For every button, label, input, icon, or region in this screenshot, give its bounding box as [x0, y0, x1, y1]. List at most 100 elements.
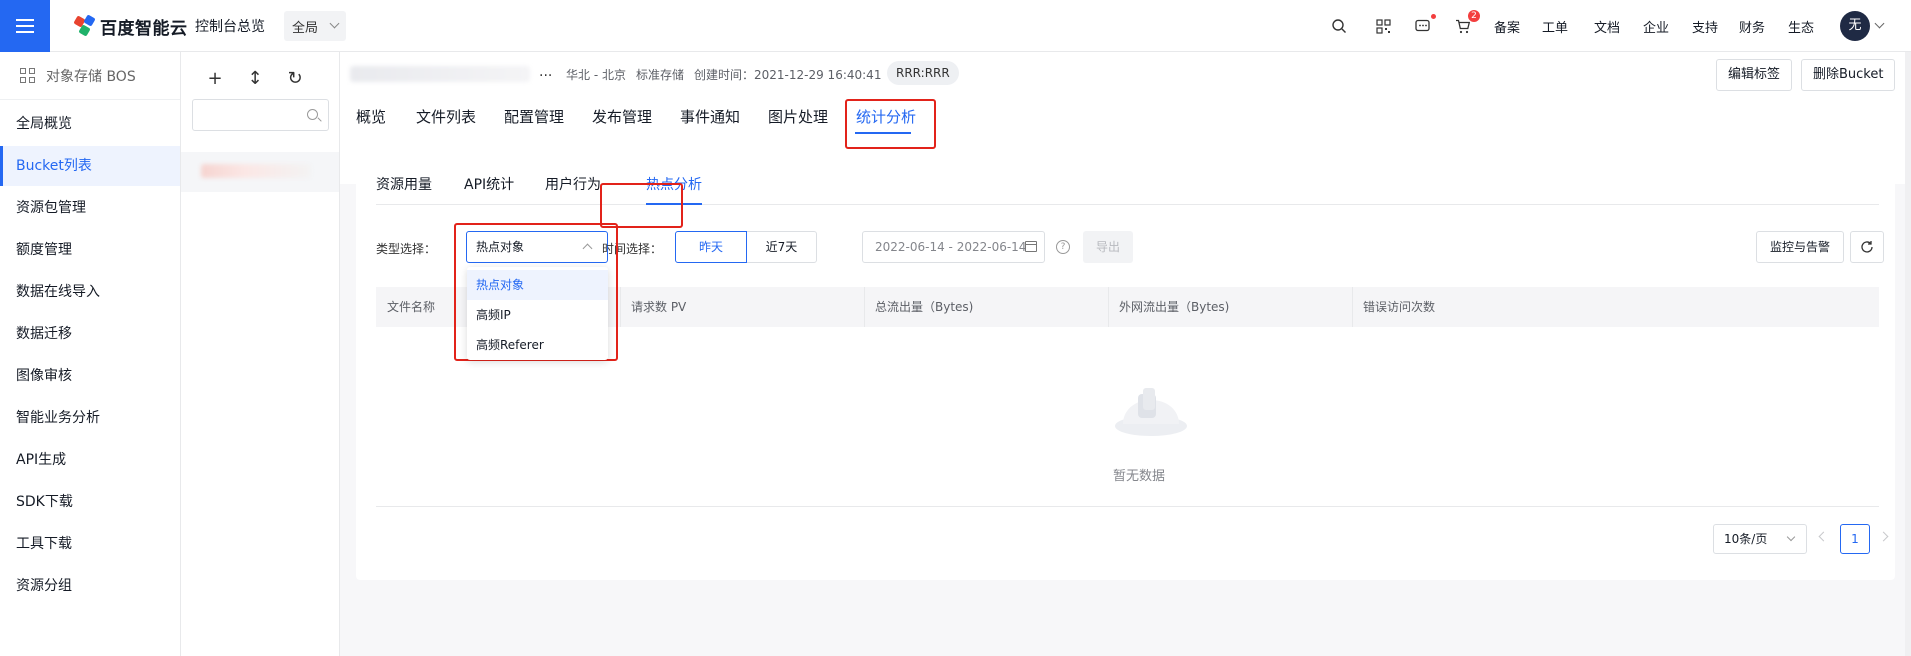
top-link-ecosystem[interactable]: 生态 — [1788, 17, 1814, 36]
time-yesterday-button[interactable]: 昨天 — [675, 231, 747, 263]
main-area: ... 华北 - 北京 标准存储 创建时间：2021-12-29 16:40:4… — [340, 52, 1911, 656]
region-select[interactable]: 全局 — [284, 11, 346, 41]
col-pv: 请求数 PV — [631, 300, 687, 314]
region-select-value: 全局 — [292, 21, 319, 36]
nav-header[interactable]: 对象存储 BOS — [0, 52, 180, 100]
type-select[interactable]: 热点对象 — [466, 231, 608, 263]
nav-item-bucket-list[interactable]: Bucket列表 — [0, 146, 180, 186]
tab-file-list[interactable]: 文件列表 — [416, 106, 476, 127]
col-filename: 文件名称 — [387, 300, 436, 314]
nav-item-sdk[interactable]: SDK下载 — [0, 482, 180, 522]
prev-page-icon[interactable] — [1818, 531, 1829, 542]
empty-state-text: 暂无数据 — [1113, 469, 1166, 484]
page-number-current[interactable]: 1 — [1840, 524, 1870, 554]
help-icon[interactable]: ? — [1056, 240, 1070, 254]
bucket-search-input[interactable] — [192, 99, 329, 131]
bucket-storage-class: 标准存储 — [636, 68, 685, 82]
message-icon[interactable] — [1411, 14, 1436, 38]
active-subtab-indicator — [646, 203, 702, 205]
redacted-bucket-name — [201, 164, 311, 178]
redacted-bucket-title — [350, 66, 530, 82]
qrcode-icon[interactable] — [1371, 14, 1395, 38]
refresh-icon[interactable] — [1850, 231, 1884, 263]
top-link-enterprise[interactable]: 企业 — [1643, 17, 1669, 36]
table-bottom-divider — [376, 506, 1879, 507]
date-range-picker[interactable]: 2022-06-14 - 2022-06-14 — [862, 231, 1045, 263]
top-link-finance[interactable]: 财务 — [1739, 17, 1765, 36]
subtab-api-stats[interactable]: API统计 — [464, 174, 514, 194]
add-bucket-icon[interactable]: + — [203, 68, 227, 92]
page-size-value: 10条/页 — [1724, 532, 1768, 546]
left-nav: 对象存储 BOS 全局概览 Bucket列表 资源包管理 额度管理 数据在线导入… — [0, 52, 181, 656]
col-total-out: 总流出量（Bytes) — [875, 300, 974, 314]
menu-icon[interactable] — [0, 0, 50, 52]
search-icon[interactable] — [1327, 14, 1351, 38]
nav-item-smart-analysis[interactable]: 智能业务分析 — [0, 398, 180, 438]
top-link-ticket[interactable]: 工单 — [1542, 17, 1568, 36]
bucket-panel: + ↕ ↻ — [181, 52, 340, 656]
message-dot — [1431, 14, 1436, 19]
top-bar: 百度智能云 控制台总览 全局 2 备案 工单 文档 企业 支持 财务 生态 无 — [0, 0, 1911, 52]
edit-tags-button[interactable]: 编辑标签 — [1716, 59, 1793, 91]
subtab-hotspot[interactable]: 热点分析 — [646, 174, 702, 194]
time-label: 时间选择： — [602, 242, 663, 256]
nav-item-resource-packs[interactable]: 资源包管理 — [0, 188, 180, 228]
nav-title: 对象存储 BOS — [46, 68, 136, 85]
top-link-docs[interactable]: 文档 — [1594, 17, 1620, 36]
empty-state-icon — [1115, 388, 1187, 436]
delete-bucket-button[interactable]: 删除Bucket — [1801, 59, 1896, 91]
bucket-created-time: 创建时间：2021-12-29 16:40:41 — [694, 68, 882, 82]
chevron-down-icon — [329, 18, 340, 29]
logo-mark-icon — [73, 14, 96, 37]
nav-item-api-gen[interactable]: API生成 — [0, 440, 180, 480]
date-range-value: 2022-06-14 - 2022-06-14 — [875, 240, 1027, 254]
bucket-tag: RRR:RRR — [887, 61, 959, 85]
nav-item-image-audit[interactable]: 图像审核 — [0, 356, 180, 396]
col-internet-out: 外网流出量（Bytes) — [1119, 300, 1230, 314]
scrollbar[interactable] — [1905, 52, 1911, 656]
type-option-frequent-referer[interactable]: 高频Referer — [467, 330, 608, 360]
subtab-user-behavior[interactable]: 用户行为 — [545, 174, 601, 194]
tab-overview[interactable]: 概览 — [356, 106, 386, 127]
subtab-resource-usage[interactable]: 资源用量 — [376, 174, 432, 194]
sort-icon[interactable]: ↕ — [243, 68, 267, 92]
type-dropdown-menu: 热点对象 高频IP 高频Referer — [467, 267, 608, 360]
cart-icon[interactable]: 2 — [1451, 10, 1480, 38]
type-option-frequent-ip[interactable]: 高频IP — [467, 300, 608, 330]
refresh-icon[interactable]: ↻ — [283, 68, 307, 92]
logo[interactable]: 百度智能云 — [73, 14, 188, 39]
console-home-link[interactable]: 控制台总览 — [195, 16, 265, 36]
tab-publish[interactable]: 发布管理 — [592, 106, 652, 127]
tab-config[interactable]: 配置管理 — [504, 106, 564, 127]
time-7days-button[interactable]: 近7天 — [746, 231, 817, 263]
nav-item-tools[interactable]: 工具下载 — [0, 524, 180, 564]
bucket-list-item[interactable] — [181, 152, 339, 192]
chevron-up-icon — [582, 243, 593, 254]
top-link-beian[interactable]: 备案 — [1494, 17, 1520, 36]
bucket-region: 华北 - 北京 — [566, 68, 626, 82]
type-select-value: 热点对象 — [476, 240, 525, 254]
tab-event-notify[interactable]: 事件通知 — [680, 106, 740, 127]
calendar-icon — [1025, 241, 1037, 252]
cart-badge: 2 — [1468, 10, 1480, 22]
bucket-name-ellipsis: ... — [539, 64, 553, 80]
nav-item-overview[interactable]: 全局概览 — [0, 104, 180, 144]
type-option-hot-object[interactable]: 热点对象 — [467, 270, 608, 300]
col-error-count: 错误访问次数 — [1363, 300, 1436, 314]
tab-statistics[interactable]: 统计分析 — [856, 106, 916, 127]
analysis-card: 资源用量 API统计 用户行为 热点分析 类型选择： 热点对象 时间选择： 昨天… — [356, 150, 1895, 580]
export-button[interactable]: 导出 — [1083, 231, 1133, 263]
nav-item-quota[interactable]: 额度管理 — [0, 230, 180, 270]
type-label: 类型选择： — [376, 242, 437, 256]
nav-item-migration[interactable]: 数据迁移 — [0, 314, 180, 354]
avatar[interactable]: 无 — [1840, 11, 1870, 41]
tab-image-processing[interactable]: 图片处理 — [768, 106, 828, 127]
top-link-support[interactable]: 支持 — [1692, 17, 1718, 36]
monitor-alert-button[interactable]: 监控与告警 — [1756, 231, 1844, 263]
chevron-down-icon[interactable] — [1874, 18, 1885, 29]
nav-item-resource-groups[interactable]: 资源分组 — [0, 566, 180, 606]
next-page-icon[interactable] — [1878, 531, 1889, 542]
nav-item-online-import[interactable]: 数据在线导入 — [0, 272, 180, 312]
page-size-select[interactable]: 10条/页 — [1713, 524, 1807, 554]
product-grid-icon — [20, 67, 36, 84]
